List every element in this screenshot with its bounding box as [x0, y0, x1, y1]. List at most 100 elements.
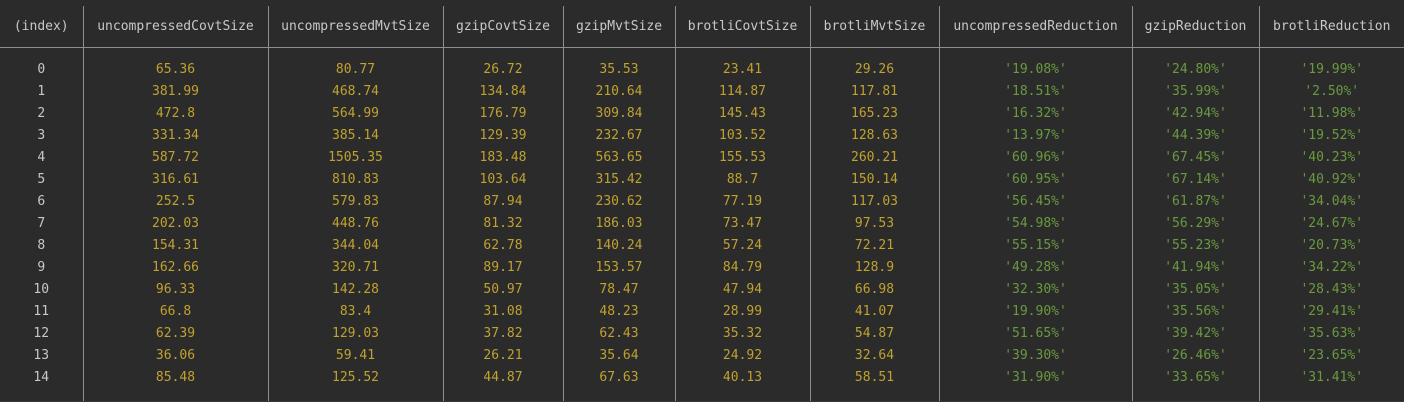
table-cell: 186.03 — [562, 213, 675, 235]
table-cell: '11.98%' — [1258, 103, 1404, 125]
table-cell: 153.57 — [562, 257, 675, 279]
table-cell: '2.50%' — [1258, 81, 1404, 103]
column-header-index: (index) — [0, 6, 83, 48]
table-cell: 117.81 — [809, 81, 939, 103]
table-row: 0 65.36 80.77 26.72 35.53 23.41 29.26'19.08%' '… — [0, 59, 1404, 81]
table-cell: 381.99 — [82, 81, 268, 103]
table-cell: 41.07 — [809, 301, 939, 323]
table-row: 11 66.8 83.4 31.08 48.23 28.99 41.07'19.90%' '3… — [0, 301, 1404, 323]
table-cell: 77.19 — [674, 191, 810, 213]
table-row: 6 252.5 579.83 87.94 230.62 77.19 117.03'56.45… — [0, 191, 1404, 213]
table-cell: 232.67 — [562, 125, 675, 147]
table-cell: 472.8 — [82, 103, 268, 125]
table-cell: 59.41 — [267, 345, 443, 367]
tail-row — [0, 389, 1404, 401]
table-cell: 183.48 — [442, 147, 563, 169]
spacer-row — [0, 47, 1404, 59]
table-cell: 83.4 — [267, 301, 443, 323]
table-cell: '26.46%' — [1131, 345, 1259, 367]
table-cell: 260.21 — [809, 147, 939, 169]
table-cell: 114.87 — [674, 81, 810, 103]
row-index-cell: 9 — [37, 260, 46, 275]
table-cell: '13.97%' — [938, 125, 1132, 147]
table-row: 13 36.06 59.41 26.21 35.64 24.92 32.64'39.30%'… — [0, 345, 1404, 367]
table-row: 5 316.61 810.83 103.64 315.42 88.7 150.14'60.9… — [0, 169, 1404, 191]
table-cell: 37.82 — [442, 323, 563, 345]
table-cell: '31.41%' — [1258, 367, 1404, 389]
table-row: 14 85.48 125.52 44.87 67.63 40.13 58.51'31.90%… — [0, 367, 1404, 389]
table-cell: '20.73%' — [1258, 235, 1404, 257]
table-cell: '24.80%' — [1131, 59, 1259, 81]
row-index-cell: 5 — [37, 172, 46, 187]
table-cell: '61.87%' — [1131, 191, 1259, 213]
column-header-brotli-reduction: brotliReduction — [1258, 6, 1404, 48]
table-cell: 564.99 — [267, 103, 443, 125]
table-row: 1 381.99 468.74 134.84 210.64 114.87 117.81'18… — [0, 81, 1404, 103]
table-cell: 62.43 — [562, 323, 675, 345]
table-cell: 103.64 — [442, 169, 563, 191]
table-cell: '67.14%' — [1131, 169, 1259, 191]
table-row: 12 62.39 129.03 37.82 62.43 35.32 54.87'51.65%… — [0, 323, 1404, 345]
tail-cell — [1258, 389, 1404, 401]
row-index-cell: 11 — [33, 304, 50, 319]
tail-cell — [267, 389, 443, 401]
table-cell: 202.03 — [82, 213, 268, 235]
table-cell: 62.78 — [442, 235, 563, 257]
column-header-brotli-covt-size: brotliCovtSize — [674, 6, 810, 48]
table-cell: 48.23 — [562, 301, 675, 323]
table-cell: '55.15%' — [938, 235, 1132, 257]
tail-cell — [82, 389, 268, 401]
table-cell: '41.94%' — [1131, 257, 1259, 279]
table-cell: 331.34 — [82, 125, 268, 147]
table-cell: '19.90%' — [938, 301, 1132, 323]
table-cell: 128.63 — [809, 125, 939, 147]
table-cell: 78.47 — [562, 279, 675, 301]
table-cell: 468.74 — [267, 81, 443, 103]
row-index-cell: 13 — [33, 348, 50, 363]
table-cell: 309.84 — [562, 103, 675, 125]
table-cell: 72.21 — [809, 235, 939, 257]
table-cell: '35.05%' — [1131, 279, 1259, 301]
table-cell: '33.65%' — [1131, 367, 1259, 389]
spacer-cell — [809, 47, 939, 59]
table-cell: '56.45%' — [938, 191, 1132, 213]
row-index-cell: 6 — [37, 194, 46, 209]
table-cell: 57.24 — [674, 235, 810, 257]
column-header-uncompressed-reduction: uncompressedReduction — [938, 6, 1132, 48]
table-cell: 73.47 — [674, 213, 810, 235]
table-cell: 176.79 — [442, 103, 563, 125]
column-header-uncompressed-mvt-size: uncompressedMvtSize — [267, 6, 443, 48]
table-row: 7 202.03 448.76 81.32 186.03 73.47 97.53'54.98… — [0, 213, 1404, 235]
table-cell: 36.06 — [82, 345, 268, 367]
spacer-cell — [1131, 47, 1259, 59]
console-output: (index) uncompressedCovtSize uncompresse… — [0, 0, 1404, 402]
table-cell: 150.14 — [809, 169, 939, 191]
table-cell: 28.99 — [674, 301, 810, 323]
table-cell: 129.03 — [267, 323, 443, 345]
table-cell: 142.28 — [267, 279, 443, 301]
table-cell: 154.31 — [82, 235, 268, 257]
table-cell: 134.84 — [442, 81, 563, 103]
column-header-gzip-mvt-size: gzipMvtSize — [562, 6, 675, 48]
table-cell: 50.97 — [442, 279, 563, 301]
table-cell: 97.53 — [809, 213, 939, 235]
row-index-cell: 3 — [37, 128, 46, 143]
table-cell: 85.48 — [82, 367, 268, 389]
table-cell: '44.39%' — [1131, 125, 1259, 147]
table-cell: 88.7 — [674, 169, 810, 191]
table-cell: '23.65%' — [1258, 345, 1404, 367]
row-index-cell: 7 — [37, 216, 46, 231]
row-index-cell: 0 — [37, 62, 46, 77]
table-cell: '35.63%' — [1258, 323, 1404, 345]
table-cell: '60.96%' — [938, 147, 1132, 169]
table-cell: 23.41 — [674, 59, 810, 81]
spacer-cell — [562, 47, 675, 59]
table-cell: 44.87 — [442, 367, 563, 389]
table-row: 9 162.66 320.71 89.17 153.57 84.79 128.9'49.28… — [0, 257, 1404, 279]
table-row: 2 472.8 564.99 176.79 309.84 145.43 165.23'16.… — [0, 103, 1404, 125]
table-cell: '18.51%' — [938, 81, 1132, 103]
row-index-cell: 1 — [37, 84, 46, 99]
table-cell: 32.64 — [809, 345, 939, 367]
tail-cell — [1131, 389, 1259, 401]
table-cell: 117.03 — [809, 191, 939, 213]
